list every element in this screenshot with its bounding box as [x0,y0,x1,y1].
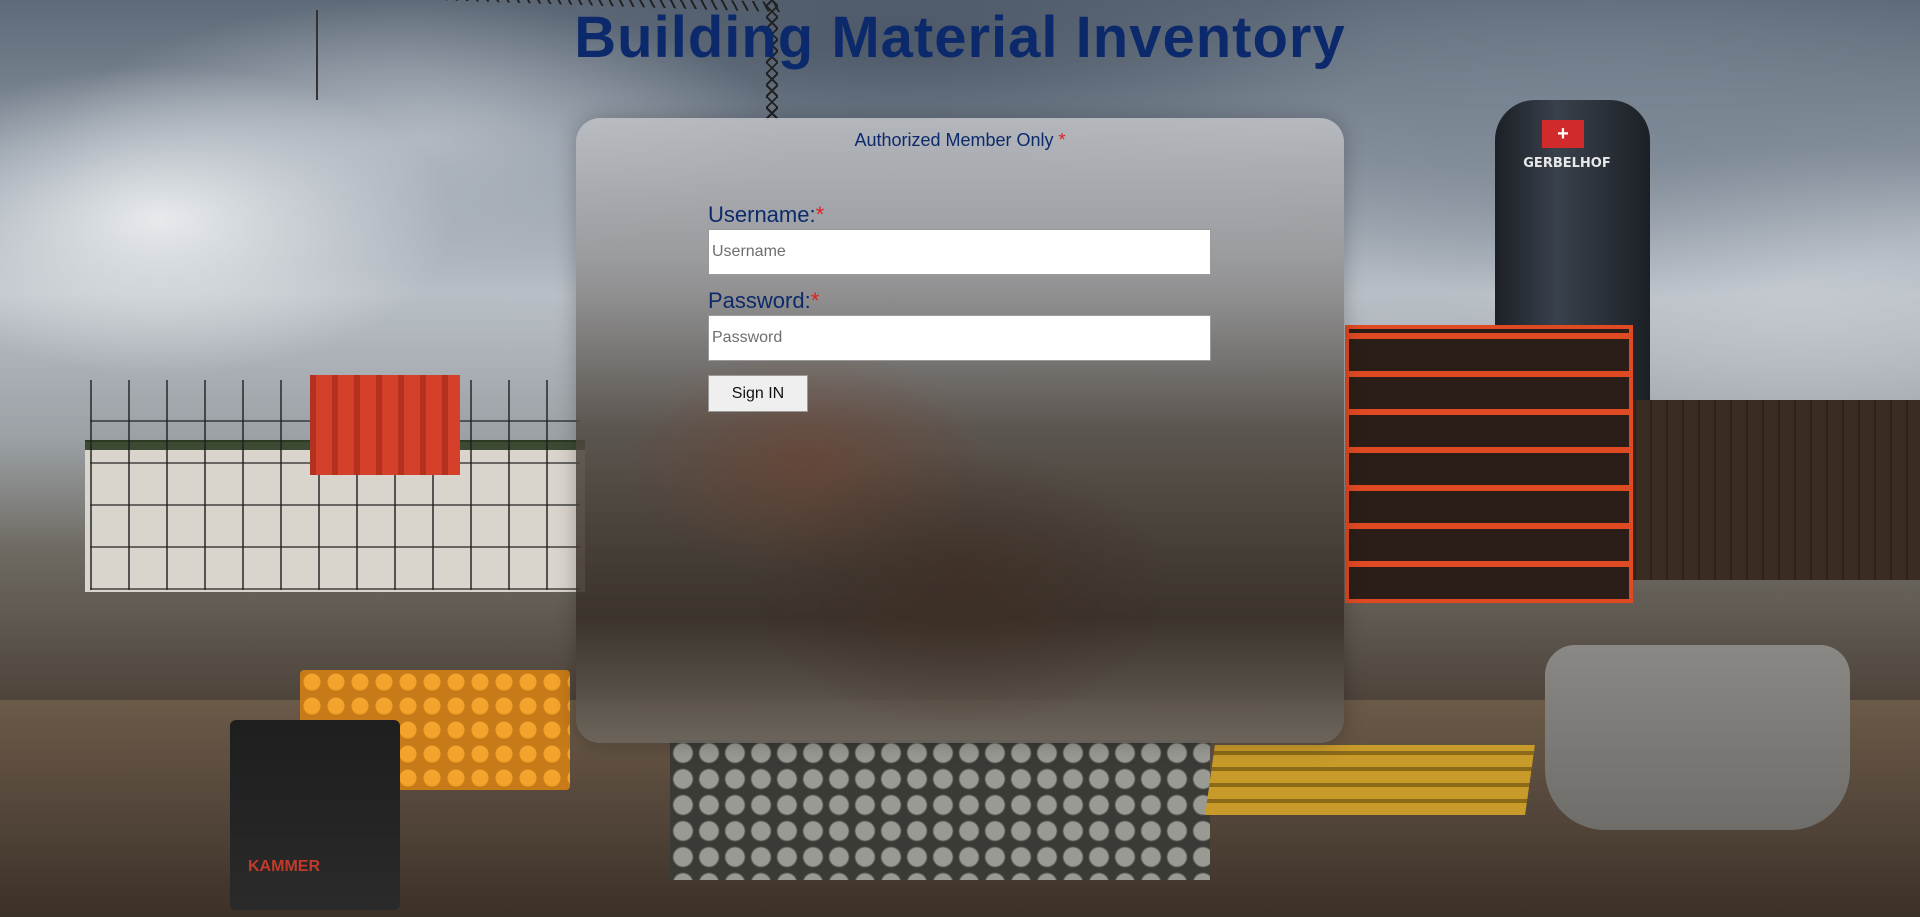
login-page: + GERBELHOF KAMMER Building Material Inv… [0,0,1920,917]
login-form: Authorized Member Only * Username:* Pass… [576,118,1344,743]
formwork-panel-left [310,375,460,475]
password-label-text: Password: [708,288,811,313]
silo-badge: + [1542,120,1584,148]
username-label: Username:* [708,202,824,228]
password-label: Password:* [708,288,819,314]
required-marker: * [1058,130,1066,150]
password-input[interactable] [708,315,1211,361]
formwork-panel-right [1345,325,1633,603]
username-label-text: Username: [708,202,816,227]
password-required-marker: * [810,288,820,313]
silo-brand-text: GERBELHOF [1523,156,1611,171]
username-input[interactable] [708,229,1211,275]
table-saw [230,720,400,910]
username-required-marker: * [815,202,825,227]
sign-in-button[interactable]: Sign IN [708,375,808,412]
saw-brand-text: KAMMER [248,858,320,875]
concrete-ring [1545,645,1850,830]
timber-stack [1205,745,1535,815]
barn [1620,400,1920,580]
login-header: Authorized Member Only * [576,130,1344,151]
page-title: Building Material Inventory [574,5,1346,70]
login-header-text: Authorized Member Only [854,130,1054,150]
grey-props-stack [670,740,1210,880]
